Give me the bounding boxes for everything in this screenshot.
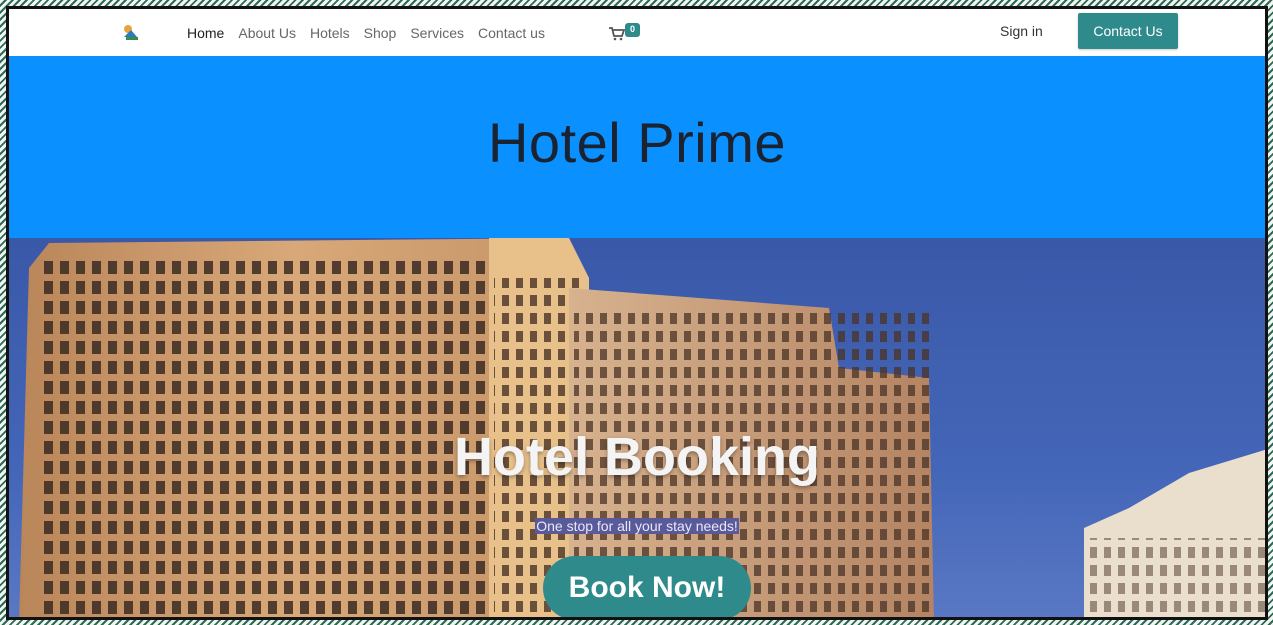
book-now-button[interactable]: Book Now! xyxy=(543,556,751,617)
hero-title: Hotel Booking xyxy=(454,427,820,487)
nav-contact-us[interactable]: Contact us xyxy=(478,25,545,41)
cart-button[interactable]: 0 xyxy=(609,23,640,41)
page-title: Hotel Prime xyxy=(487,110,787,174)
cart-count-badge: 0 xyxy=(625,23,640,37)
nav-about-us[interactable]: About Us xyxy=(238,25,296,41)
hero-subtitle-wrap: One stop for all your stay needs! xyxy=(9,518,1265,536)
contact-us-button[interactable]: Contact Us xyxy=(1078,13,1178,49)
sign-in-link[interactable]: Sign in xyxy=(1000,23,1043,39)
nav-home[interactable]: Home xyxy=(187,25,224,41)
browser-page: Home About Us Hotels Shop Services Conta… xyxy=(6,6,1268,620)
nav-shop[interactable]: Shop xyxy=(364,25,397,41)
hero-section: Hotel Booking One stop for all your stay… xyxy=(9,238,1265,617)
nav-hotels[interactable]: Hotels xyxy=(310,25,350,41)
navbar: Home About Us Hotels Shop Services Conta… xyxy=(9,9,1265,56)
cart-icon xyxy=(609,27,625,41)
hero-subtitle: One stop for all your stay needs! xyxy=(535,518,739,534)
hero-banner: Hotel Prime xyxy=(9,56,1265,238)
nav-services[interactable]: Services xyxy=(410,25,464,41)
nav-menu: Home About Us Hotels Shop Services Conta… xyxy=(187,9,559,56)
logo-icon[interactable] xyxy=(120,21,142,43)
